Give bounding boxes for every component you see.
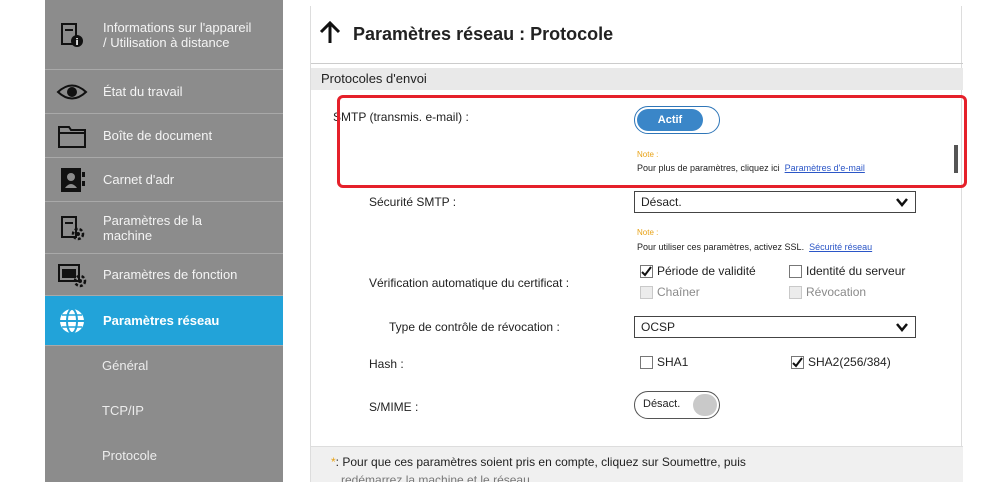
address-book-icon bbox=[55, 165, 89, 195]
network-security-link[interactable]: Sécurité réseau bbox=[809, 242, 872, 252]
checkbox-box bbox=[789, 285, 802, 299]
sidebar-item-device-info[interactable]: i Informations sur l'appareil / Utilisat… bbox=[45, 0, 283, 70]
footer-note: *: Pour que ces paramètres soient pris e… bbox=[311, 446, 963, 482]
validity-period-checkbox[interactable]: Période de validité bbox=[640, 264, 756, 278]
folder-icon bbox=[55, 121, 89, 151]
sha1-checkbox[interactable]: SHA1 bbox=[640, 355, 688, 369]
checkbox-box bbox=[789, 264, 802, 278]
sidebar: i Informations sur l'appareil / Utilisat… bbox=[45, 0, 283, 482]
checkbox-box bbox=[640, 285, 653, 299]
sidebar-item-document-box[interactable]: Boîte de document bbox=[45, 114, 283, 158]
svg-text:i: i bbox=[75, 38, 78, 48]
globe-icon bbox=[55, 306, 89, 336]
submenu-protocol[interactable]: Protocole bbox=[45, 448, 283, 463]
checkbox-label: Identité du serveur bbox=[806, 264, 906, 278]
sidebar-item-label: Paramètres de la machine bbox=[103, 212, 202, 243]
eye-icon bbox=[55, 77, 89, 107]
hash-label: Hash : bbox=[369, 357, 404, 371]
sidebar-item-machine-settings[interactable]: Paramètres de la machine bbox=[45, 202, 283, 254]
revocation-checkbox: Révocation bbox=[789, 285, 866, 299]
footer-text-continuation: redémarrez la machine et le réseau. bbox=[341, 473, 534, 482]
checkbox-box bbox=[640, 264, 653, 278]
sidebar-item-label: Paramètres de fonction bbox=[103, 267, 238, 282]
sha2-checkbox[interactable]: SHA2(256/384) bbox=[791, 355, 891, 369]
smime-toggle[interactable]: Désact. bbox=[634, 391, 720, 419]
smtp-security-note-text: Pour utiliser ces paramètres, activez SS… bbox=[637, 242, 805, 252]
submenu-general[interactable]: Général bbox=[45, 358, 283, 373]
sidebar-item-label: Carnet d'adr bbox=[103, 172, 175, 187]
submenu-tcpip[interactable]: TCP/IP bbox=[45, 403, 283, 418]
chevron-down-icon bbox=[895, 195, 909, 215]
checkbox-label: SHA1 bbox=[657, 355, 689, 369]
sidebar-item-label: Boîte de document bbox=[103, 128, 213, 143]
sidebar-item-network-settings[interactable]: Paramètres réseau bbox=[45, 296, 283, 346]
page-header: Paramètres réseau : Protocole bbox=[311, 6, 963, 64]
page-title: Paramètres réseau : Protocole bbox=[353, 24, 614, 44]
checkbox-label: SHA2(256/384) bbox=[808, 355, 891, 369]
sidebar-item-label: Informations sur l'appareil / Utilisatio… bbox=[103, 19, 252, 50]
smtp-security-value: Désact. bbox=[641, 195, 682, 209]
toggle-knob bbox=[693, 394, 717, 416]
chevron-down-icon bbox=[895, 320, 909, 340]
cert-check-label: Vérification automatique du certificat : bbox=[369, 276, 570, 290]
chain-checkbox: Chaîner bbox=[640, 285, 700, 299]
checkbox-label: Chaîner bbox=[657, 285, 700, 299]
checkbox-label: Période de validité bbox=[657, 264, 756, 278]
revocation-type-value: OCSP bbox=[641, 320, 676, 334]
checkbox-box bbox=[640, 355, 653, 369]
highlight-box bbox=[337, 95, 967, 188]
footer-text: *: Pour que ces paramètres soient pris e… bbox=[331, 455, 746, 469]
checkbox-box bbox=[791, 355, 804, 369]
sidebar-item-function-settings[interactable]: Paramètres de fonction bbox=[45, 254, 283, 296]
device-info-icon: i bbox=[55, 20, 89, 50]
sidebar-item-label: État du travail bbox=[103, 84, 183, 99]
up-arrow-icon[interactable] bbox=[319, 20, 341, 49]
server-identity-checkbox[interactable]: Identité du serveur bbox=[789, 264, 905, 278]
smtp-security-select[interactable]: Désact. bbox=[634, 191, 916, 213]
scrollbar[interactable] bbox=[954, 145, 958, 173]
machine-settings-icon bbox=[55, 213, 89, 243]
main-content: Paramètres réseau : Protocole Protocoles… bbox=[310, 6, 963, 482]
smtp-security-label: Sécurité SMTP : bbox=[369, 195, 457, 209]
revocation-type-select[interactable]: OCSP bbox=[634, 316, 916, 338]
smime-label: S/MIME : bbox=[369, 400, 419, 414]
checkbox-label: Révocation bbox=[806, 285, 867, 299]
section-title: Protocoles d'envoi bbox=[311, 68, 963, 90]
smime-toggle-label: Désact. bbox=[643, 398, 681, 410]
function-settings-icon bbox=[55, 260, 89, 290]
sidebar-item-label: Paramètres réseau bbox=[103, 313, 220, 328]
sidebar-item-job-status[interactable]: État du travail bbox=[45, 70, 283, 114]
smtp-security-note-label: Note : bbox=[637, 228, 659, 237]
smtp-security-note: Pour utiliser ces paramètres, activez SS… bbox=[637, 242, 872, 252]
sidebar-item-address-book[interactable]: Carnet d'adr bbox=[45, 158, 283, 202]
footer-text-main: : Pour que ces paramètres soient pris en… bbox=[335, 455, 746, 469]
revocation-type-label: Type de contrôle de révocation : bbox=[389, 320, 560, 334]
